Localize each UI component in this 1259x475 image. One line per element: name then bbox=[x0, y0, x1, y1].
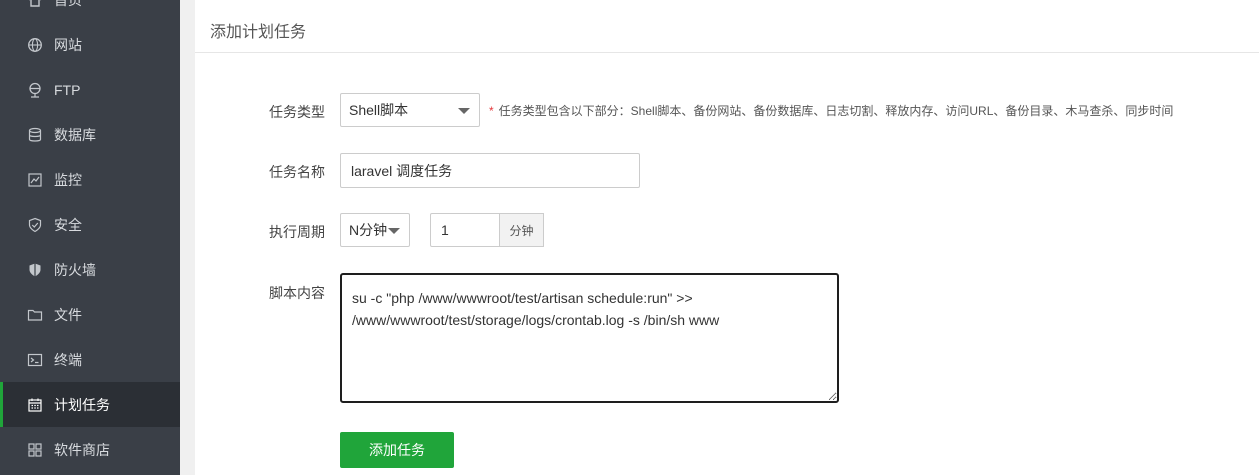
sidebar-item-home[interactable]: 首页 bbox=[0, 0, 180, 22]
sidebar-item-label: 首页 bbox=[54, 0, 82, 10]
sidebar-item-label: 文件 bbox=[54, 306, 82, 323]
add-task-button[interactable]: 添加任务 bbox=[340, 432, 454, 468]
terminal-icon bbox=[26, 351, 44, 369]
task-type-hint-text: 任务类型包含以下部分：Shell脚本、备份网站、备份数据库、日志切割、释放内存、… bbox=[498, 104, 1174, 118]
sidebar-item-files[interactable]: 文件 bbox=[0, 292, 180, 337]
cycle-minutes-input[interactable] bbox=[430, 213, 500, 247]
sidebar-item-label: 防火墙 bbox=[54, 261, 96, 278]
sidebar: 首页 网站 FTP 数据库 监控 安全 防火墙 bbox=[0, 0, 180, 475]
task-type-value: Shell脚本 bbox=[349, 102, 409, 118]
sidebar-item-label: 软件商店 bbox=[54, 441, 110, 458]
required-star: * bbox=[489, 104, 494, 118]
globe-icon bbox=[26, 36, 44, 54]
sidebar-item-label: 网站 bbox=[54, 36, 82, 53]
sidebar-item-label: FTP bbox=[54, 81, 81, 98]
database-icon bbox=[26, 126, 44, 144]
task-type-hint: * 任务类型包含以下部分：Shell脚本、备份网站、备份数据库、日志切割、释放内存… bbox=[489, 102, 1173, 119]
task-name-input[interactable] bbox=[340, 153, 640, 188]
script-label: 脚本内容 bbox=[269, 285, 325, 301]
sidebar-item-security[interactable]: 安全 bbox=[0, 202, 180, 247]
cycle-unit-select[interactable]: N分钟 bbox=[340, 213, 410, 247]
sidebar-item-monitor[interactable]: 监控 bbox=[0, 157, 180, 202]
sidebar-item-label: 计划任务 bbox=[54, 396, 110, 413]
firewall-shield-icon bbox=[26, 261, 44, 279]
sidebar-item-website[interactable]: 网站 bbox=[0, 22, 180, 67]
home-icon bbox=[26, 0, 44, 9]
folder-icon bbox=[26, 306, 44, 324]
shield-check-icon bbox=[26, 216, 44, 234]
add-cron-task-panel: 添加计划任务 任务类型 Shell脚本 * 任务类型包含以下部分：Shell脚本、… bbox=[195, 0, 1259, 475]
script-content-textarea[interactable]: su -c "php /www/wwwroot/test/artisan sch… bbox=[340, 273, 839, 403]
sidebar-item-label: 监控 bbox=[54, 171, 82, 188]
minutes-addon: 分钟 bbox=[500, 213, 544, 247]
ftp-icon bbox=[26, 81, 44, 99]
task-name-label: 任务名称 bbox=[269, 164, 325, 180]
sidebar-item-cron[interactable]: 计划任务 bbox=[0, 382, 180, 427]
sidebar-item-ftp[interactable]: FTP bbox=[0, 67, 180, 112]
sidebar-item-database[interactable]: 数据库 bbox=[0, 112, 180, 157]
cycle-label: 执行周期 bbox=[269, 224, 325, 240]
sidebar-item-terminal[interactable]: 终端 bbox=[0, 337, 180, 382]
sidebar-item-label: 数据库 bbox=[54, 126, 96, 143]
sidebar-item-appstore[interactable]: 软件商店 bbox=[0, 427, 180, 472]
monitor-icon bbox=[26, 171, 44, 189]
sidebar-item-firewall[interactable]: 防火墙 bbox=[0, 247, 180, 292]
panel-title: 添加计划任务 bbox=[210, 24, 307, 41]
sidebar-item-label: 终端 bbox=[54, 351, 82, 368]
calendar-icon bbox=[26, 396, 44, 414]
task-type-label: 任务类型 bbox=[269, 104, 325, 120]
chevron-down-icon bbox=[458, 108, 470, 114]
task-type-select[interactable]: Shell脚本 bbox=[340, 93, 480, 127]
panel-header: 添加计划任务 bbox=[195, 0, 1259, 53]
chevron-down-icon bbox=[388, 228, 400, 234]
cycle-unit-value: N分钟 bbox=[349, 222, 388, 238]
grid-apps-icon bbox=[26, 441, 44, 459]
sidebar-item-label: 安全 bbox=[54, 216, 82, 233]
